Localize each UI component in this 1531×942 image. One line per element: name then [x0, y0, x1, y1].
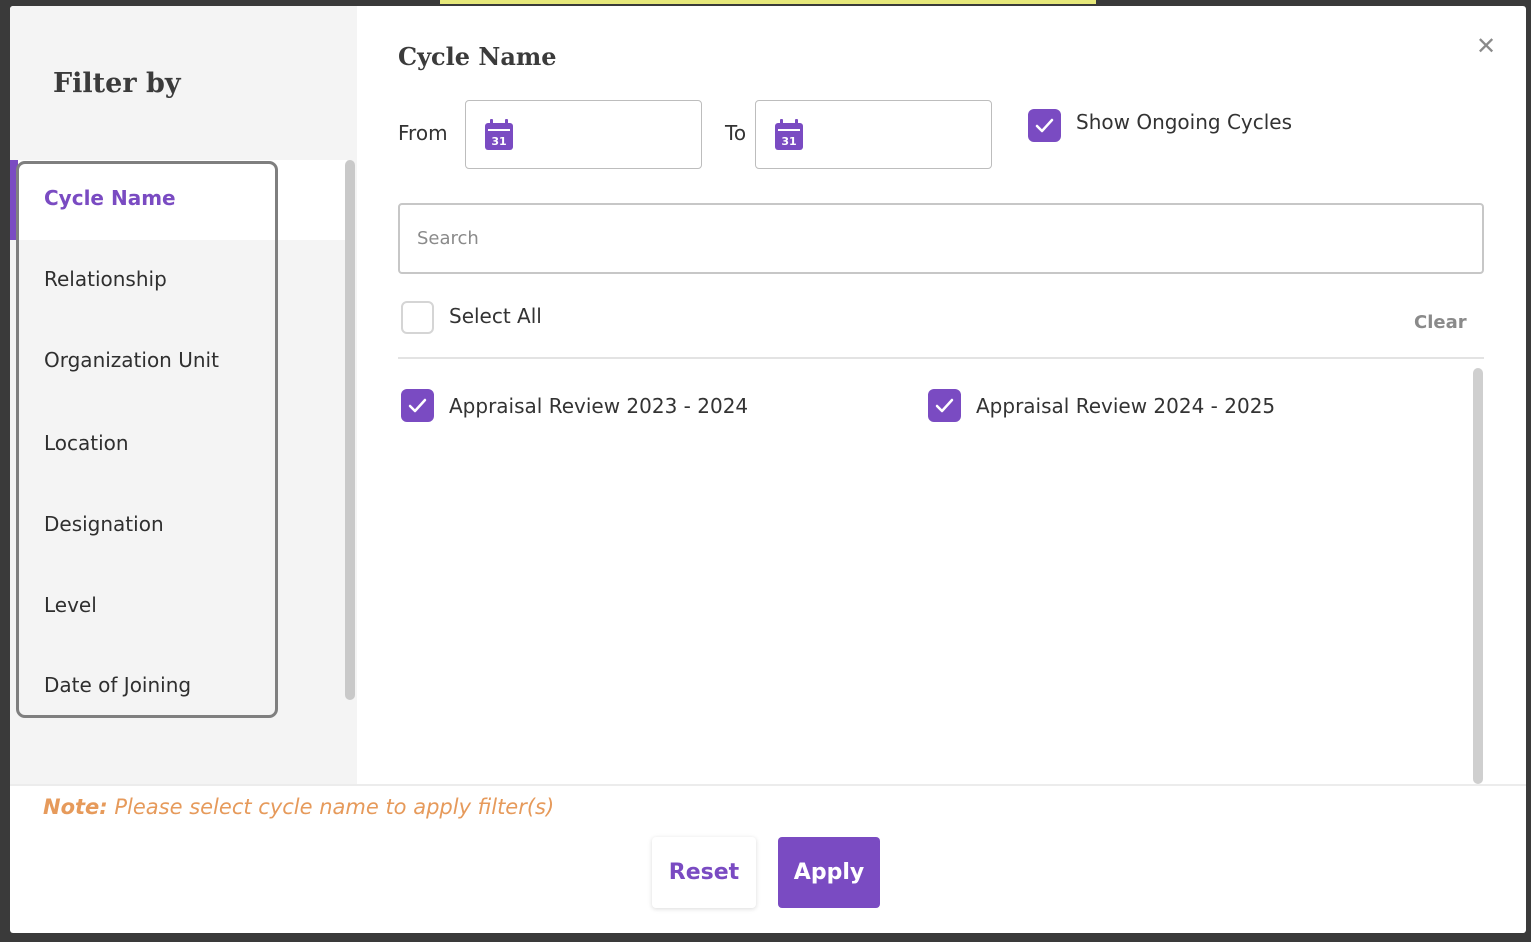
clear-button[interactable]: Clear: [1414, 312, 1467, 333]
section-title: Cycle Name: [398, 42, 557, 71]
sidebar-title: Filter by: [53, 68, 181, 99]
sidebar-item-location[interactable]: Location: [44, 431, 129, 455]
sidebar-item-date-of-joining[interactable]: Date of Joining: [44, 673, 191, 697]
option-label-2024[interactable]: Appraisal Review 2024 - 2025: [976, 394, 1275, 418]
close-icon[interactable]: ✕: [1476, 32, 1496, 61]
show-ongoing-label[interactable]: Show Ongoing Cycles: [1076, 110, 1292, 134]
check-icon: [408, 398, 427, 413]
sidebar-item-level[interactable]: Level: [44, 593, 97, 617]
note-prefix: Note:: [43, 795, 108, 819]
sidebar-scrollbar[interactable]: [345, 160, 355, 700]
check-icon: [935, 398, 954, 413]
to-date-picker[interactable]: 31: [755, 100, 992, 169]
option-label-2023[interactable]: Appraisal Review 2023 - 2024: [449, 394, 748, 418]
svg-text:31: 31: [781, 135, 796, 148]
from-label: From: [398, 121, 448, 145]
filter-modal: Filter by Cycle Name Relationship Organi…: [10, 6, 1526, 933]
svg-text:31: 31: [491, 135, 506, 148]
select-all-label[interactable]: Select All: [449, 304, 542, 328]
divider: [398, 357, 1484, 359]
sidebar-item-organization-unit[interactable]: Organization Unit: [44, 348, 219, 372]
backdrop: [440, 0, 1096, 4]
calendar-icon: 31: [775, 119, 803, 150]
sidebar-item-cycle-name[interactable]: Cycle Name: [44, 186, 176, 210]
show-ongoing-checkbox[interactable]: [1028, 109, 1061, 142]
select-all-checkbox[interactable]: [401, 301, 434, 334]
to-label: To: [725, 121, 747, 145]
apply-button[interactable]: Apply: [778, 837, 880, 908]
options-scrollbar[interactable]: [1473, 368, 1483, 784]
note-message: Please select cycle name to apply filter…: [114, 795, 555, 819]
search-input[interactable]: [398, 203, 1484, 274]
sidebar-item-designation[interactable]: Designation: [44, 512, 164, 536]
note-text: Note: Please select cycle name to apply …: [43, 795, 554, 819]
reset-button[interactable]: Reset: [652, 837, 756, 908]
footer-divider: [10, 784, 1526, 786]
check-icon: [1035, 118, 1054, 133]
sidebar-item-relationship[interactable]: Relationship: [44, 267, 167, 291]
filter-sidebar: Filter by Cycle Name Relationship Organi…: [10, 6, 357, 784]
option-checkbox-2023[interactable]: [401, 389, 434, 422]
option-checkbox-2024[interactable]: [928, 389, 961, 422]
from-date-picker[interactable]: 31: [465, 100, 702, 169]
calendar-icon: 31: [485, 119, 513, 150]
